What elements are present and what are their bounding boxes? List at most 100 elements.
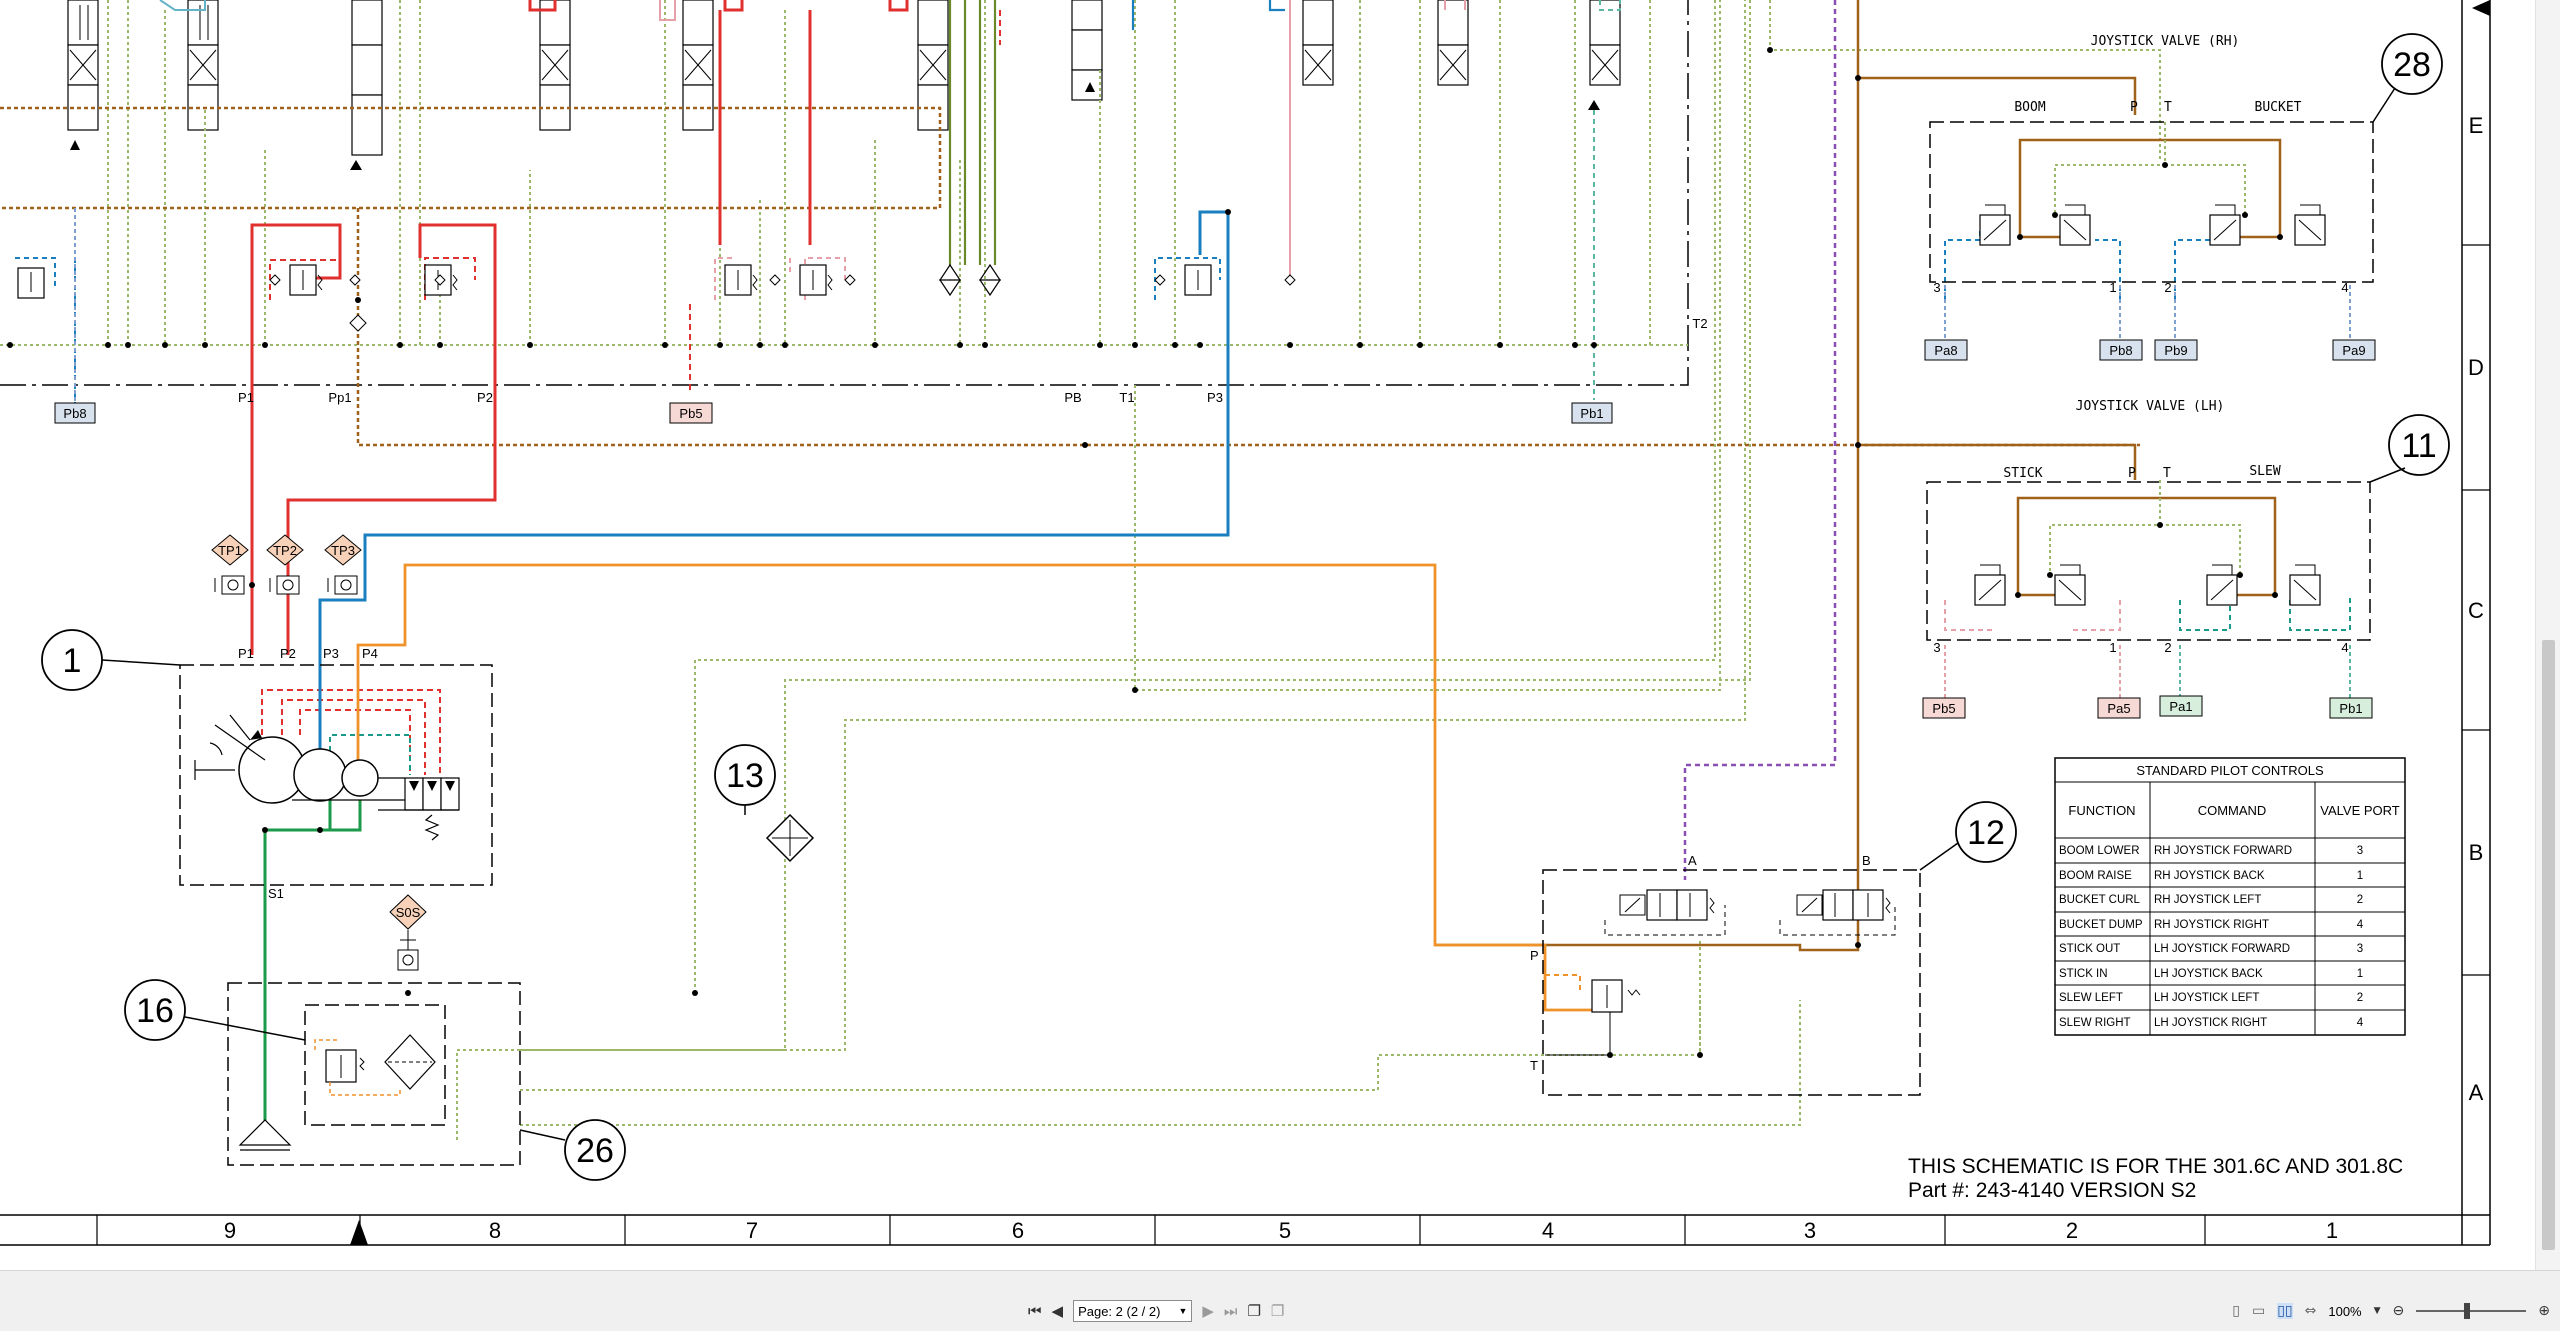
joystick-lh-t: T [2163,466,2171,481]
pilot-row-command: RH JOYSTICK RIGHT [2154,919,2269,931]
port-pp1: Pp1 [328,390,351,405]
pilot-row-port: 4 [2357,1017,2364,1029]
zone-row-a: A [2469,1080,2484,1105]
joystick-lh-right: SLEW [2249,464,2280,479]
pilot-row-command: RH JOYSTICK BACK [2154,870,2265,882]
zone-col-7: 7 [746,1218,758,1243]
pilot-row-function: BUCKET CURL [2059,894,2141,906]
copy-page-icon[interactable]: ❐ [1247,1302,1260,1320]
zone-col-4: 4 [1542,1218,1554,1243]
chevron-down-icon: ▼ [1178,1306,1188,1316]
schematic-title-line2: Part #: 243-4140 VERSION S2 [1908,1179,2196,1202]
zone-row-c: C [2468,598,2484,623]
pilot-table-title: STANDARD PILOT CONTROLS [2136,763,2324,778]
pilot-table-header-valve-port: VALVE PORT [2320,803,2400,818]
view-tools: ▯ ▭ ▯▯ ⇔ 100% ▼ ⊖ ⊕ [2232,1299,2550,1323]
tag-pa1: Pa1 [2169,699,2192,714]
zoom-slider[interactable] [2416,1303,2527,1319]
pilot-row-port: 4 [2357,919,2364,931]
tag-pb8-left: Pb8 [63,406,86,421]
port-pb: PB [1064,390,1081,405]
zone-col-2: 2 [2066,1218,2078,1243]
tag-pa9: Pa9 [2342,343,2365,358]
pilot-row-function: BOOM LOWER [2059,845,2140,857]
joystick-rh-t: T [2164,100,2172,115]
pilot-row-function: BUCKET DUMP [2059,919,2143,931]
pilot-row-port: 1 [2357,870,2363,882]
zone-row-e: E [2469,113,2484,138]
zone-col-6: 6 [1012,1218,1024,1243]
callout-1: 1 [63,642,82,680]
joystick-lh-left: STICK [2003,466,2042,481]
pump-port-p2: P2 [280,646,296,661]
pump-port-p4: P4 [362,646,378,661]
pilot-row-port: 3 [2357,845,2363,857]
paste-page-icon[interactable]: ❐ [1271,1302,1284,1320]
joystick-rh-left: BOOM [2014,100,2045,115]
valve12-port-t: T [1530,1058,1538,1073]
zone-row-b: B [2469,840,2484,865]
tag-pb9: Pb9 [2164,343,2187,358]
next-page-icon[interactable]: ▶ [1202,1302,1214,1320]
callout-28: 28 [2393,46,2431,84]
pilot-table-header-function: FUNCTION [2068,803,2135,818]
last-page-icon[interactable]: ⏭ [1224,1302,1238,1320]
pilot-controls-table: STANDARD PILOT CONTROLS FUNCTION COMMAND… [2054,757,2406,1036]
single-page-view-icon[interactable]: ▯ [2232,1303,2240,1319]
vertical-scrollbar[interactable]: › [2535,0,2560,1294]
tag-pb8: Pb8 [2109,343,2132,358]
tag-pb5: Pb5 [679,406,702,421]
tp1-label: TP1 [218,543,242,558]
two-page-view-icon[interactable]: ▯▯ [2277,1303,2293,1319]
joystick-lh-port-3: 3 [1933,640,1940,655]
vertical-scroll-thumb[interactable] [2542,640,2555,1250]
port-t1: T1 [1119,390,1134,405]
pilot-row-function: SLEW RIGHT [2059,1017,2131,1029]
joystick-lh-port-4: 4 [2341,640,2348,655]
page-select[interactable]: Page: 2 (2 / 2) ▼ [1073,1300,1193,1322]
callout-12: 12 [1967,814,2005,852]
port-p1: P1 [238,390,254,405]
page-navigation: ⏮ ◀ Page: 2 (2 / 2) ▼ ▶ ⏭ ❐ ❐ [1028,1299,1284,1323]
zoom-level: 100% [2328,1303,2362,1319]
pilot-row-port: 2 [2357,894,2363,906]
callout-26: 26 [576,1132,614,1170]
valve12-port-a: A [1688,853,1697,868]
sos-label: S0S [396,905,421,920]
joystick-rh-right: BUCKET [2255,100,2302,115]
pilot-row-function: BOOM RAISE [2059,870,2132,882]
joystick-lh-port-2: 2 [2164,640,2171,655]
zone-col-8: 8 [489,1218,501,1243]
pump-port-p3: P3 [323,646,339,661]
zoom-dropdown-icon[interactable]: ▼ [2374,1306,2381,1316]
joystick-lh-title: JOYSTICK VALVE (LH) [2076,399,2225,414]
tag-pb1: Pb1 [1580,406,1603,421]
callout-16: 16 [136,992,174,1030]
pilot-row-function: SLEW LEFT [2059,992,2123,1004]
zone-col-1: 1 [2326,1218,2338,1243]
tag-pb1-lh: Pb1 [2339,701,2362,716]
zoom-slider-knob[interactable] [2464,1303,2471,1319]
first-page-icon[interactable]: ⏮ [1028,1302,1042,1320]
zoom-out-icon[interactable]: ⊖ [2393,1303,2405,1319]
joystick-rh-port-3: 3 [1933,280,1940,295]
pilot-row-command: RH JOYSTICK LEFT [2154,894,2261,906]
port-p3: P3 [1207,390,1223,405]
tp2-label: TP2 [273,543,297,558]
continuous-view-icon[interactable]: ▭ [2252,1303,2265,1319]
prev-page-icon[interactable]: ◀ [1052,1302,1064,1320]
callout-11: 11 [2401,427,2436,465]
port-p2: P2 [477,390,493,405]
valve12-port-p: P [1530,948,1539,963]
pilot-row-command: LH JOYSTICK LEFT [2154,992,2259,1004]
tp3-label: TP3 [331,543,355,558]
zoom-in-icon[interactable]: ⊕ [2538,1303,2550,1319]
tag-pa5: Pa5 [2107,701,2130,716]
joystick-rh-port-4: 4 [2341,280,2348,295]
joystick-rh-p: P [2130,100,2138,115]
fit-width-icon[interactable]: ⇔ [2305,1303,2317,1319]
zone-col-3: 3 [1804,1218,1816,1243]
tag-pa8: Pa8 [1934,343,1957,358]
joystick-rh-port-1: 1 [2109,280,2116,295]
page-label: Page: 2 (2 / 2) [1078,1303,1161,1319]
